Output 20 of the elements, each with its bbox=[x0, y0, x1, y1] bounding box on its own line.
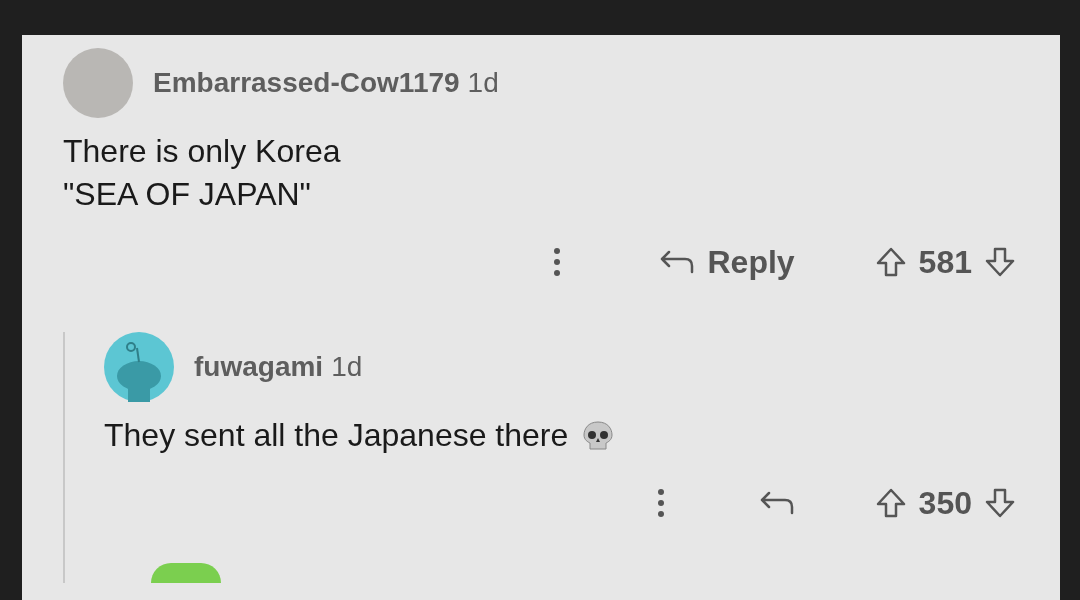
vote-count: 581 bbox=[918, 243, 972, 282]
comment-text: There is only Korea "SEA OF JAPAN" bbox=[63, 132, 342, 214]
reply-arrow-icon bbox=[659, 249, 696, 275]
upvote-arrow-icon[interactable] bbox=[874, 246, 907, 278]
default-avatar-icon bbox=[104, 332, 174, 402]
upvote-arrow-icon[interactable] bbox=[874, 487, 907, 519]
comment-text: They sent all the Japanese there bbox=[104, 414, 1020, 457]
reply-arrow-icon bbox=[758, 490, 795, 516]
username[interactable]: fuwagami bbox=[194, 346, 324, 388]
vote-count: 350 bbox=[918, 484, 972, 523]
comment-age: 1d bbox=[331, 350, 363, 384]
next-avatar-icon bbox=[151, 563, 221, 583]
comment-age: 1d bbox=[467, 66, 499, 100]
downvote-arrow-icon[interactable] bbox=[984, 246, 1016, 278]
more-options-icon[interactable] bbox=[553, 247, 562, 277]
downvote-arrow-icon[interactable] bbox=[984, 487, 1016, 519]
reply-button[interactable]: Reply bbox=[659, 238, 795, 286]
reply-button[interactable] bbox=[758, 490, 795, 516]
username[interactable]: Embarrassed-Cow1179 bbox=[153, 62, 460, 104]
more-options-icon[interactable] bbox=[656, 488, 665, 518]
